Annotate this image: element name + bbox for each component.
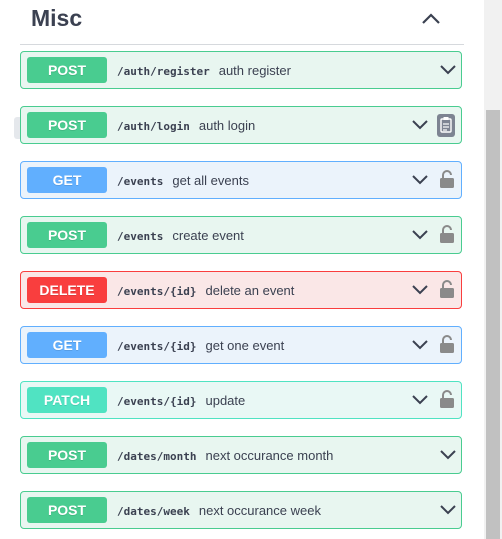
lock-icon[interactable] — [439, 169, 455, 189]
lock-icon[interactable] — [439, 334, 455, 354]
operation-post-auth-register[interactable]: POST /auth/register auth register — [20, 51, 462, 89]
method-badge: POST — [27, 222, 107, 248]
operation-post-dates-week[interactable]: POST /dates/week next occurance week — [20, 491, 462, 529]
operation-get-event[interactable]: GET /events/{id} get one event — [20, 326, 462, 364]
chevron-down-icon[interactable] — [439, 64, 457, 76]
swagger-page: Misc POST /auth/register auth register PO… — [0, 0, 484, 539]
method-badge: POST — [27, 497, 107, 523]
method-badge: POST — [27, 442, 107, 468]
method-badge: PATCH — [27, 387, 107, 413]
lock-icon[interactable] — [439, 389, 455, 409]
chevron-down-icon[interactable] — [411, 394, 429, 406]
method-badge: GET — [27, 332, 107, 358]
operation-post-events[interactable]: POST /events create event — [20, 216, 462, 254]
operation-summary: auth login — [198, 118, 256, 133]
operation-get-events[interactable]: GET /events get all events — [20, 161, 462, 199]
operation-summary: delete an event — [205, 283, 295, 298]
chevron-down-icon[interactable] — [411, 229, 429, 241]
operation-path: /dates/month next occurance month — [117, 448, 334, 463]
operation-path: /events/{id} get one event — [117, 338, 285, 353]
method-badge: POST — [27, 112, 107, 138]
operation-summary: get all events — [172, 173, 249, 188]
chevron-down-icon[interactable] — [439, 449, 457, 461]
lock-icon[interactable] — [439, 279, 455, 299]
operation-post-dates-month[interactable]: POST /dates/month next occurance month — [20, 436, 462, 474]
operation-path: /dates/week next occurance week — [117, 503, 321, 518]
operation-path: /events/{id} delete an event — [117, 283, 295, 298]
scrollbar-thumb[interactable] — [486, 110, 500, 539]
operation-summary: get one event — [205, 338, 285, 353]
operation-summary: update — [205, 393, 246, 408]
lock-icon[interactable] — [439, 224, 455, 244]
operation-summary: auth register — [218, 63, 291, 78]
operation-patch-event[interactable]: PATCH /events/{id} update — [20, 381, 462, 419]
operation-path: /events/{id} update — [117, 393, 246, 408]
method-badge: POST — [27, 57, 107, 83]
section-header-misc[interactable]: Misc — [20, 0, 464, 45]
operation-path: /auth/login auth login — [117, 118, 256, 133]
operation-path: /auth/register auth register — [117, 63, 291, 78]
operation-summary: next occurance week — [198, 503, 321, 518]
operation-path: /events create event — [117, 228, 244, 243]
chevron-down-icon[interactable] — [439, 504, 457, 516]
method-badge: DELETE — [27, 277, 107, 303]
operation-path: /events get all events — [117, 173, 249, 188]
operation-delete-event[interactable]: DELETE /events/{id} delete an event — [20, 271, 462, 309]
operation-post-auth-login[interactable]: POST /auth/login auth login — [20, 106, 462, 144]
method-badge: GET — [27, 167, 107, 193]
operation-summary: next occurance month — [205, 448, 334, 463]
chevron-down-icon[interactable] — [411, 119, 429, 131]
section-title: Misc — [31, 5, 83, 31]
chevron-down-icon[interactable] — [411, 174, 429, 186]
clipboard-icon[interactable] — [437, 114, 455, 137]
chevron-up-icon[interactable] — [420, 8, 442, 30]
chevron-down-icon[interactable] — [411, 339, 429, 351]
operation-summary: create event — [172, 228, 244, 243]
chevron-down-icon[interactable] — [411, 284, 429, 296]
